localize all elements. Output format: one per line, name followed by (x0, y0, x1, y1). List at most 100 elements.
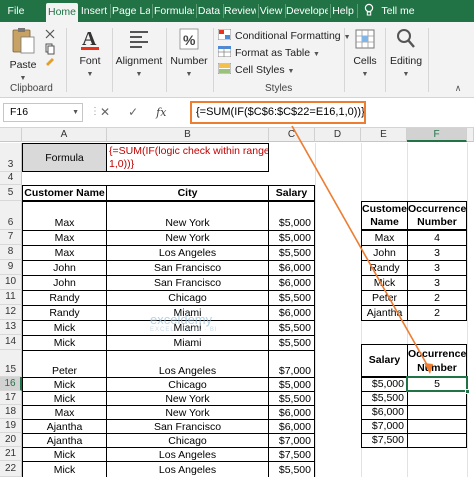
salary-value-cell[interactable]: $7,500 (361, 433, 408, 448)
header-salary[interactable]: Salary (268, 185, 315, 201)
customer-name-cell[interactable]: Mick (22, 335, 107, 351)
column-header-e[interactable]: E (361, 128, 407, 142)
salary-cell[interactable]: $5,500 (268, 391, 315, 406)
tab-help[interactable]: Help (331, 0, 355, 22)
editing-button[interactable]: Editing ▼ (387, 26, 425, 79)
row-header-12[interactable]: 12 (0, 305, 22, 320)
customer-name-cell[interactable]: Mick (22, 391, 107, 406)
salary-cell[interactable]: $6,000 (268, 419, 315, 434)
city-cell[interactable]: New York (106, 201, 269, 231)
chevron-down-icon[interactable]: ▼ (20, 75, 27, 82)
city-cell[interactable]: New York (106, 230, 269, 246)
tab-home[interactable]: Home (46, 3, 78, 22)
row-header-16[interactable]: 16 (0, 377, 22, 391)
formula-bar-handle[interactable]: ⋮ (90, 106, 100, 117)
tab-data[interactable]: Data (197, 0, 221, 22)
row-header-13[interactable]: 13 (0, 320, 22, 335)
occ-name-cell[interactable]: Peter (361, 290, 408, 306)
customer-name-cell[interactable]: Peter (22, 350, 107, 378)
row-header-3[interactable]: 3 (0, 143, 22, 172)
salary-cell[interactable]: $6,000 (268, 260, 315, 276)
alignment-button[interactable]: Alignment ▼ (114, 26, 164, 79)
salary-cell[interactable]: $7,000 (268, 350, 315, 378)
salary-cell[interactable]: $5,000 (268, 377, 315, 392)
name-box[interactable]: F16 ▼ (3, 103, 83, 122)
customer-name-cell[interactable]: John (22, 275, 107, 291)
row-header-6[interactable]: 6 (0, 201, 22, 230)
paste-button[interactable]: Paste ▼ (6, 26, 40, 83)
formula-input[interactable]: {=SUM(IF($C$6:$C$22=E16,1,0))} (190, 101, 366, 124)
header-salary-occurrence-number[interactable]: Occurrence Number (407, 344, 467, 377)
customer-name-cell[interactable]: Max (22, 230, 107, 246)
salary-cell[interactable]: $5,000 (268, 201, 315, 231)
city-cell[interactable]: Los Angeles (106, 245, 269, 261)
row-header-17[interactable]: 17 (0, 391, 22, 405)
header-salary-occ[interactable]: Salary (361, 344, 408, 377)
tab-file[interactable]: File (4, 0, 28, 22)
row-header-18[interactable]: 18 (0, 405, 22, 419)
salary-cell[interactable]: $5,500 (268, 320, 315, 336)
font-button[interactable]: A Font ▼ (72, 26, 108, 79)
format-as-table-button[interactable]: Format as Table ▼ (218, 45, 320, 61)
tab-view[interactable]: View (259, 0, 283, 22)
salary-cell[interactable]: $5,500 (268, 290, 315, 306)
customer-name-cell[interactable]: Max (22, 405, 107, 420)
occ-name-cell[interactable]: Mick (361, 275, 408, 291)
occ-count-cell[interactable]: 2 (407, 305, 467, 321)
row-header-9[interactable]: 9 (0, 260, 22, 275)
customer-name-cell[interactable]: Mick (22, 377, 107, 392)
occ-name-cell[interactable]: Max (361, 230, 408, 246)
salary-value-cell[interactable]: $6,000 (361, 405, 408, 420)
row-header-20[interactable]: 20 (0, 433, 22, 447)
customer-name-cell[interactable]: Ajantha (22, 433, 107, 448)
column-header-d[interactable]: D (315, 128, 361, 142)
city-cell[interactable]: San Francisco (106, 260, 269, 276)
salary-cell[interactable]: $6,000 (268, 305, 315, 321)
salary-cell[interactable]: $6,000 (268, 275, 315, 291)
customer-name-cell[interactable]: Randy (22, 305, 107, 321)
customer-name-cell[interactable]: Max (22, 201, 107, 231)
row-header-8[interactable]: 8 (0, 245, 22, 260)
fill-handle[interactable] (465, 389, 470, 394)
salary-cell[interactable]: $7,500 (268, 447, 315, 462)
check-icon[interactable]: ✓ (128, 105, 138, 119)
city-cell[interactable]: Miami (106, 335, 269, 351)
city-cell[interactable]: New York (106, 391, 269, 406)
salary-cell[interactable]: $5,000 (268, 230, 315, 246)
row-header-14[interactable]: 14 (0, 335, 22, 350)
row-header-7[interactable]: 7 (0, 230, 22, 245)
occ-name-cell[interactable]: John (361, 245, 408, 261)
select-all-corner[interactable] (0, 128, 22, 142)
city-cell[interactable]: Chicago (106, 377, 269, 392)
tab-insert[interactable]: Insert (80, 0, 108, 22)
header-occurrence-number[interactable]: Occurrence Number (407, 201, 467, 230)
customer-name-cell[interactable]: Mick (22, 461, 107, 477)
city-cell[interactable]: Chicago (106, 433, 269, 448)
city-cell[interactable]: San Francisco (106, 275, 269, 291)
salary-value-cell[interactable]: $7,000 (361, 419, 408, 434)
city-cell[interactable]: Los Angeles (106, 461, 269, 477)
customer-name-cell[interactable]: Ajantha (22, 419, 107, 434)
tell-me-search[interactable]: Tell me (380, 0, 416, 22)
occ-count-cell[interactable]: 4 (407, 230, 467, 246)
customer-name-cell[interactable]: Max (22, 245, 107, 261)
row-header-4[interactable]: 4 (0, 172, 22, 185)
city-cell[interactable]: Chicago (106, 290, 269, 306)
occ-name-cell[interactable]: Ajantha (361, 305, 408, 321)
lightbulb-icon[interactable] (362, 0, 376, 22)
city-cell[interactable]: Los Angeles (106, 447, 269, 462)
occ-name-cell[interactable]: Randy (361, 260, 408, 276)
active-cell-f16[interactable] (406, 376, 468, 392)
salary-cell[interactable]: $5,500 (268, 461, 315, 477)
row-header-21[interactable]: 21 (0, 447, 22, 461)
cell-styles-button[interactable]: Cell Styles ▼ (218, 62, 294, 78)
number-button[interactable]: % Number ▼ (168, 26, 210, 79)
insert-function-icon[interactable]: fx (156, 106, 166, 119)
city-cell[interactable]: New York (106, 405, 269, 420)
customer-name-cell[interactable]: Mick (22, 447, 107, 462)
collapse-ribbon-button[interactable]: ∧ (450, 82, 466, 94)
occ-count-cell[interactable]: 3 (407, 245, 467, 261)
column-header-g[interactable] (467, 128, 474, 142)
cells-button[interactable]: Cells ▼ (348, 26, 382, 79)
header-city[interactable]: City (106, 185, 269, 201)
